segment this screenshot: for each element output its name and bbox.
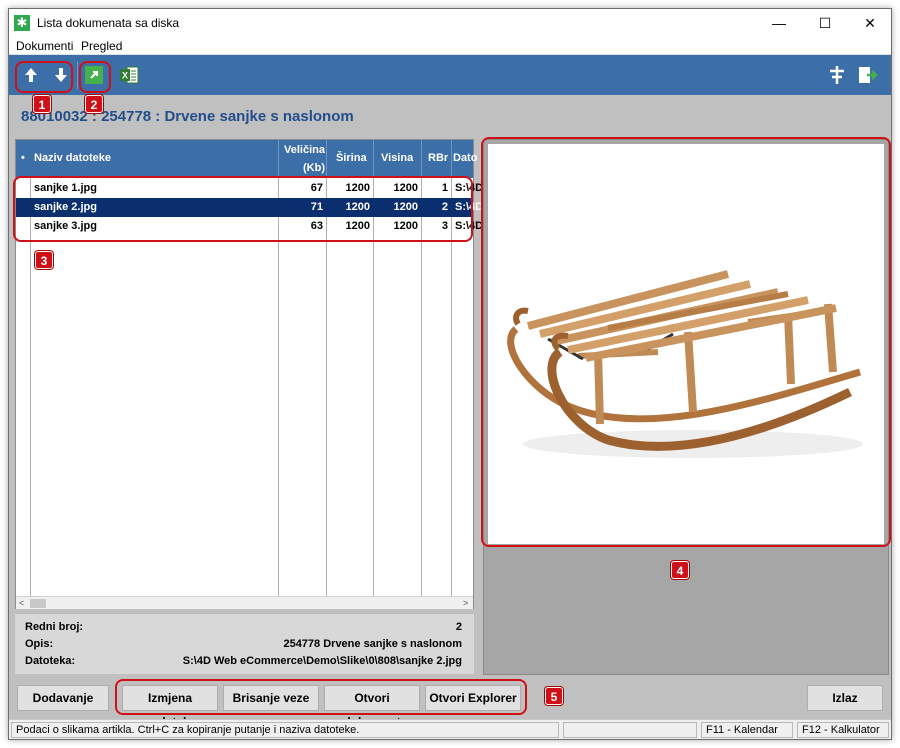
horizontal-scrollbar[interactable]: < > bbox=[16, 596, 473, 609]
header-divider bbox=[373, 140, 374, 178]
export-excel-button[interactable]: X bbox=[117, 63, 141, 87]
annotation-frame-4 bbox=[481, 137, 891, 547]
row-marker-header: • bbox=[21, 152, 25, 164]
header-size-unit: (Kb) bbox=[303, 162, 325, 174]
excel-icon: X bbox=[120, 66, 139, 84]
header-file[interactable]: Dato bbox=[453, 152, 477, 164]
header-name[interactable]: Naziv datoteke bbox=[34, 152, 111, 164]
header-divider bbox=[421, 140, 422, 178]
status-bar: Podaci o slikama artikla. Ctrl+C za kopi… bbox=[9, 719, 891, 739]
status-message: Podaci o slikama artikla. Ctrl+C za kopi… bbox=[11, 722, 559, 738]
annotation-frame-1 bbox=[15, 61, 73, 93]
menu-dokumenti[interactable]: Dokumenti bbox=[16, 39, 73, 53]
toolbar: X bbox=[9, 55, 891, 95]
annotation-frame-5 bbox=[115, 679, 527, 715]
redni-broj-label: Redni broj: bbox=[25, 621, 84, 633]
app-icon: ✱ bbox=[14, 15, 30, 31]
status-f11[interactable]: F11 - Kalendar bbox=[701, 722, 793, 738]
details-panel: Redni broj: 2 Opis: 254778 Drvene sanjke… bbox=[15, 614, 474, 674]
close-button[interactable]: ✕ bbox=[847, 9, 893, 37]
main-window: ✱ Lista dokumenata sa diska — ☐ ✕ Dokume… bbox=[8, 8, 892, 740]
filter-button[interactable] bbox=[825, 63, 849, 87]
status-f12[interactable]: F12 - Kalkulator bbox=[797, 722, 889, 738]
table-header: • Naziv datoteke Veličina (Kb) Širina Vi… bbox=[16, 140, 477, 178]
exit-toolbar-button[interactable] bbox=[855, 63, 879, 87]
annotation-frame-3 bbox=[13, 176, 473, 242]
annotation-badge-4: 4 bbox=[671, 561, 689, 579]
maximize-button[interactable]: ☐ bbox=[802, 9, 848, 37]
header-divider bbox=[278, 140, 279, 178]
header-width[interactable]: Širina bbox=[336, 152, 367, 164]
header-height[interactable]: Visina bbox=[381, 152, 413, 164]
annotation-badge-1: 1 bbox=[33, 95, 51, 113]
scroll-right-icon[interactable]: > bbox=[463, 597, 468, 610]
menu-pregled[interactable]: Pregled bbox=[81, 39, 122, 53]
datoteka-value: S:\4D Web eCommerce\Demo\Slike\0\808\san… bbox=[182, 655, 462, 667]
header-divider bbox=[326, 140, 327, 178]
opis-value: 254778 Drvene sanjke s naslonom bbox=[283, 638, 462, 650]
annotation-badge-2: 2 bbox=[85, 95, 103, 113]
izlaz-button[interactable]: Izlaz bbox=[807, 685, 883, 711]
exit-icon bbox=[859, 67, 878, 83]
status-empty-panel bbox=[563, 722, 697, 738]
page-title: 88010032 : 254778 : Drvene sanjke s nasl… bbox=[21, 108, 354, 125]
dodavanje-button[interactable]: Dodavanje bbox=[17, 685, 109, 711]
window-title: Lista dokumenata sa diska bbox=[37, 16, 180, 30]
redni-broj-value: 2 bbox=[455, 621, 462, 633]
scrollbar-thumb[interactable] bbox=[30, 599, 46, 608]
title-bar: ✱ Lista dokumenata sa diska — ☐ ✕ bbox=[9, 9, 891, 37]
annotation-badge-3: 3 bbox=[35, 251, 53, 269]
annotation-frame-2 bbox=[79, 61, 111, 93]
datoteka-label: Datoteka: bbox=[25, 655, 76, 667]
annotation-badge-5: 5 bbox=[545, 687, 563, 705]
header-size[interactable]: Veličina bbox=[284, 144, 325, 156]
toolbar-separator bbox=[77, 61, 78, 89]
opis-label: Opis: bbox=[25, 638, 54, 650]
svg-text:X: X bbox=[122, 71, 128, 81]
header-divider bbox=[451, 140, 452, 178]
menu-bar: Dokumenti Pregled bbox=[9, 37, 891, 55]
filter-icon bbox=[830, 66, 844, 84]
scroll-left-icon[interactable]: < bbox=[19, 597, 24, 610]
header-rbr[interactable]: RBr bbox=[428, 152, 448, 164]
minimize-button[interactable]: — bbox=[756, 9, 802, 37]
